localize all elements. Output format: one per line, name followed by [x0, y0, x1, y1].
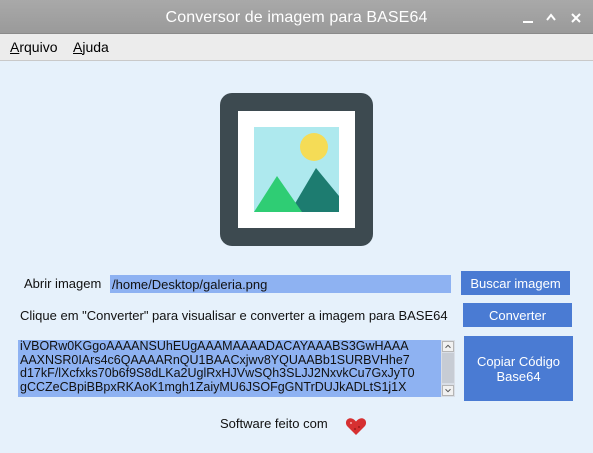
- browse-image-button[interactable]: Buscar imagem: [461, 271, 570, 295]
- menu-arquivo[interactable]: Arquivo: [10, 39, 57, 55]
- footer-text: Software feito com: [220, 416, 328, 431]
- image-placeholder-icon: [220, 93, 373, 246]
- title-bar[interactable]: Conversor de imagem para BASE64: [0, 0, 593, 34]
- menu-ajuda-mnemonic: A: [73, 39, 83, 55]
- scrollbar[interactable]: [441, 340, 455, 397]
- scroll-up-icon[interactable]: [442, 341, 454, 352]
- scroll-down-icon[interactable]: [442, 385, 454, 396]
- convert-instruction: Clique em "Converter" para visualisar e …: [20, 308, 448, 323]
- menu-arquivo-label: rquivo: [19, 39, 58, 55]
- base64-output[interactable]: iVBORw0KGgoAAAANSUhEUgAAAMAAAADACAYAAABS…: [18, 340, 455, 397]
- menu-ajuda-label: juda: [82, 39, 109, 55]
- heart-icon: [345, 418, 367, 435]
- app-window: Conversor de imagem para BASE64 Arquivo …: [0, 0, 593, 453]
- base64-output-text[interactable]: iVBORw0KGgoAAAANSUhEUgAAAMAAAADACAYAAABS…: [20, 340, 438, 397]
- maximize-icon[interactable]: [544, 11, 558, 25]
- window-title: Conversor de imagem para BASE64: [165, 9, 428, 26]
- close-icon[interactable]: [569, 11, 583, 25]
- copy-base64-button[interactable]: Copiar Código Base64: [464, 336, 573, 401]
- convert-button[interactable]: Converter: [463, 303, 572, 327]
- image-path-input[interactable]: [110, 275, 451, 293]
- scroll-thumb[interactable]: [442, 353, 454, 383]
- menu-bar: Arquivo Ajuda: [0, 34, 593, 61]
- menu-ajuda[interactable]: Ajuda: [73, 39, 109, 55]
- menu-arquivo-mnemonic: A: [10, 39, 20, 55]
- open-image-label: Abrir imagem: [24, 276, 102, 291]
- minimize-icon[interactable]: [521, 11, 535, 25]
